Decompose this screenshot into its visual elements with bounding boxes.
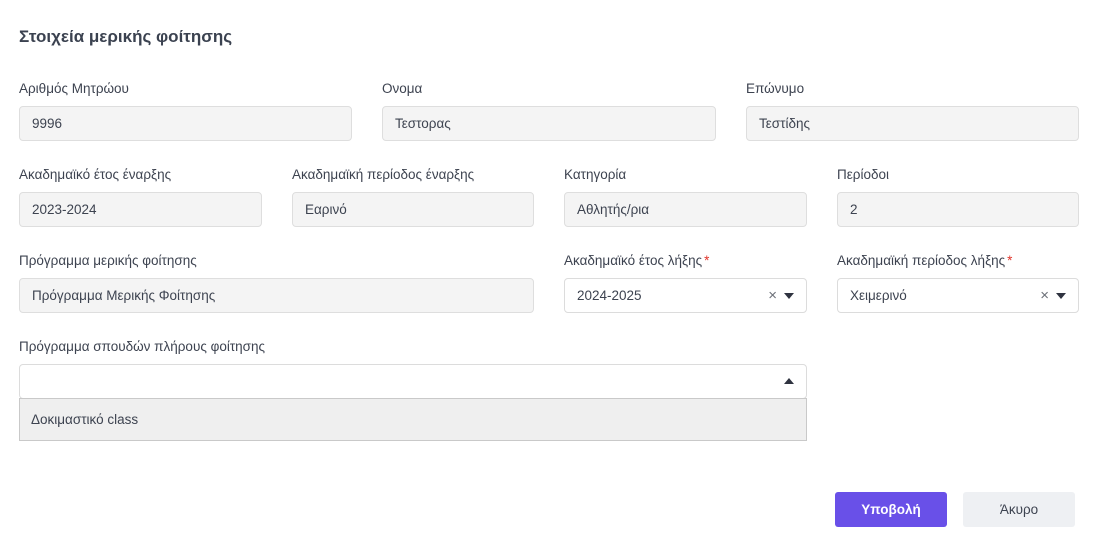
last-name-label: Επώνυμο	[746, 81, 805, 96]
first-name-label: Ονομα	[382, 81, 423, 96]
full-program-option[interactable]: Δοκιμαστικό class	[19, 398, 807, 441]
required-mark: *	[704, 253, 710, 268]
start-year-field[interactable]: 2023-2024	[19, 192, 262, 227]
periods-label: Περίοδοι	[837, 167, 889, 182]
submit-button[interactable]: Υποβολή	[835, 492, 947, 527]
start-period-label: Ακαδημαϊκή περίοδος έναρξης	[292, 167, 475, 182]
periods-field[interactable]: 2	[837, 192, 1079, 227]
end-period-select[interactable]: Χειμερινό ×	[837, 278, 1079, 313]
clear-icon[interactable]: ×	[1040, 279, 1049, 312]
end-year-value: 2024-2025	[577, 288, 642, 303]
caret-up-icon[interactable]	[784, 378, 794, 384]
caret-down-icon[interactable]	[784, 293, 794, 299]
form-title: Στοιχεία μερικής φοίτησης	[19, 27, 233, 46]
start-year-label: Ακαδημαϊκό έτος έναρξης	[19, 167, 172, 182]
clear-icon[interactable]: ×	[768, 279, 777, 312]
end-year-label: Ακαδημαϊκό έτος λήξης *	[564, 253, 709, 268]
caret-down-icon[interactable]	[1056, 293, 1066, 299]
registry-number-field[interactable]: 9996	[19, 106, 352, 141]
category-label: Κατηγορία	[564, 167, 627, 182]
last-name-field[interactable]: Τεστίδης	[746, 106, 1079, 141]
registry-number-label: Αριθμός Μητρώου	[19, 81, 129, 96]
end-year-label-text: Ακαδημαϊκό έτος λήξης	[564, 253, 703, 268]
program-field[interactable]: Πρόγραμμα Μερικής Φοίτησης	[19, 278, 534, 313]
cancel-button[interactable]: Άκυρο	[963, 492, 1075, 527]
partial-study-form: Στοιχεία μερικής φοίτησης Αριθμός Μητρώο…	[0, 0, 1096, 550]
full-program-label: Πρόγραμμα σπουδών πλήρους φοίτησης	[19, 339, 266, 354]
first-name-field[interactable]: Τεστορας	[382, 106, 716, 141]
end-period-value: Χειμερινό	[850, 288, 907, 303]
end-year-select[interactable]: 2024-2025 ×	[564, 278, 807, 313]
full-program-select[interactable]	[19, 364, 807, 399]
program-label: Πρόγραμμα μερικής φοίτησης	[19, 253, 197, 268]
end-period-label-text: Ακαδημαϊκή περίοδος λήξης	[837, 253, 1006, 268]
start-period-field[interactable]: Εαρινό	[292, 192, 534, 227]
category-field[interactable]: Αθλητής/ρια	[564, 192, 807, 227]
end-period-label: Ακαδημαϊκή περίοδος λήξης *	[837, 253, 1012, 268]
required-mark: *	[1007, 253, 1013, 268]
